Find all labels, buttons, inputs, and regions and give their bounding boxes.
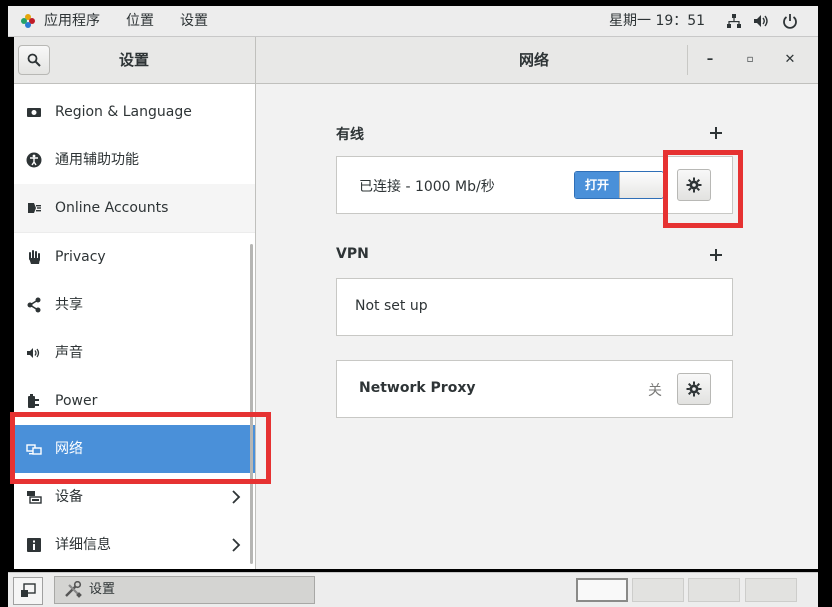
- sidebar-item-label: 声音: [55, 345, 83, 361]
- sidebar-item-label: Privacy: [55, 249, 106, 265]
- flag-icon: [26, 104, 42, 120]
- volume-icon[interactable]: [753, 13, 769, 29]
- add-wired-icon[interactable]: [709, 126, 723, 140]
- online-accounts-icon: [26, 200, 42, 216]
- sidebar: Region & Language 通用辅助功能 Online Accounts…: [14, 84, 256, 569]
- taskbar-window-label: 设置: [89, 582, 116, 597]
- vpn-status: Not set up: [355, 298, 428, 314]
- toggle-knob: [619, 172, 663, 198]
- speaker-icon: [26, 345, 42, 361]
- show-desktop-button[interactable]: [13, 577, 43, 605]
- header-bar: 设置 网络 – ▫ ✕: [14, 37, 818, 84]
- gear-icon: [686, 381, 702, 397]
- settings-window: 设置 网络 – ▫ ✕ Region & Language 通用辅助功能 Onl…: [14, 37, 818, 569]
- chevron-right-icon: [231, 537, 241, 553]
- sidebar-item-details[interactable]: 详细信息: [14, 521, 255, 569]
- settings-menu[interactable]: 设置: [180, 6, 208, 36]
- sidebar-item-sharing[interactable]: 共享: [14, 281, 255, 330]
- workspace-3[interactable]: [688, 578, 740, 602]
- header-separator: [687, 45, 688, 75]
- sidebar-item-privacy[interactable]: Privacy: [14, 233, 255, 282]
- sidebar-item-sound[interactable]: 声音: [14, 329, 255, 378]
- clock[interactable]: 星期一 19：51: [609, 6, 705, 36]
- vpn-card[interactable]: Not set up: [336, 278, 733, 336]
- proxy-card[interactable]: Network Proxy 关: [336, 360, 733, 418]
- applications-menu[interactable]: 应用程序: [44, 6, 100, 36]
- search-button[interactable]: [18, 45, 50, 75]
- accessibility-icon: [26, 152, 42, 168]
- network-status-icon[interactable]: [726, 13, 742, 29]
- sidebar-item-label: 详细信息: [55, 537, 111, 553]
- sidebar-item-label: 共享: [55, 297, 83, 313]
- desktop-icon: [21, 583, 36, 597]
- taskbar-window-settings[interactable]: 设置: [54, 576, 315, 604]
- hand-icon: [26, 249, 42, 265]
- devices-icon: [26, 489, 42, 505]
- search-icon: [27, 53, 41, 67]
- close-button[interactable]: ✕: [779, 49, 801, 71]
- page-title: 网络: [518, 51, 549, 69]
- sidebar-item-accessibility[interactable]: 通用辅助功能: [14, 136, 255, 185]
- workspace-1[interactable]: [576, 578, 628, 602]
- top-bar: 应用程序 位置 设置 星期一 19：51: [8, 6, 818, 37]
- highlight-box-wired-settings: [663, 150, 743, 228]
- proxy-status: 关: [648, 383, 662, 399]
- sidebar-scrollbar[interactable]: [250, 244, 253, 564]
- sidebar-item-online-accounts[interactable]: Online Accounts: [14, 184, 255, 233]
- toggle-on-label: 打开: [575, 172, 619, 198]
- wired-status: 已连接 - 1000 Mb/秒: [359, 179, 495, 195]
- wired-section-title: 有线: [336, 127, 364, 143]
- places-menu[interactable]: 位置: [126, 6, 154, 36]
- minimize-button[interactable]: –: [699, 49, 721, 71]
- bottom-panel: 设置: [8, 572, 818, 607]
- power-plug-icon: [26, 393, 42, 409]
- sidebar-item-label: Region & Language: [55, 104, 192, 120]
- workspace-4[interactable]: [745, 578, 797, 602]
- sidebar-item-region-language[interactable]: Region & Language: [14, 88, 255, 137]
- wired-toggle[interactable]: 打开: [574, 171, 664, 199]
- vpn-section-title: VPN: [336, 246, 369, 262]
- workspace-2[interactable]: [632, 578, 684, 602]
- chevron-right-icon: [231, 489, 241, 505]
- tools-icon: [65, 581, 82, 598]
- sidebar-header: 设置: [14, 37, 256, 83]
- sidebar-item-label: 通用辅助功能: [55, 152, 139, 168]
- add-vpn-icon[interactable]: [709, 248, 723, 262]
- maximize-button[interactable]: ▫: [739, 49, 761, 71]
- power-menu-icon[interactable]: [782, 13, 798, 29]
- highlight-box-network-item: [10, 412, 271, 484]
- sidebar-title: 设置: [118, 51, 149, 69]
- proxy-title: Network Proxy: [359, 380, 476, 396]
- apps-logo-icon[interactable]: [20, 13, 36, 29]
- info-icon: [26, 537, 42, 553]
- sidebar-item-label: Online Accounts: [55, 200, 169, 216]
- share-icon: [26, 297, 42, 313]
- proxy-settings-button[interactable]: [677, 373, 711, 405]
